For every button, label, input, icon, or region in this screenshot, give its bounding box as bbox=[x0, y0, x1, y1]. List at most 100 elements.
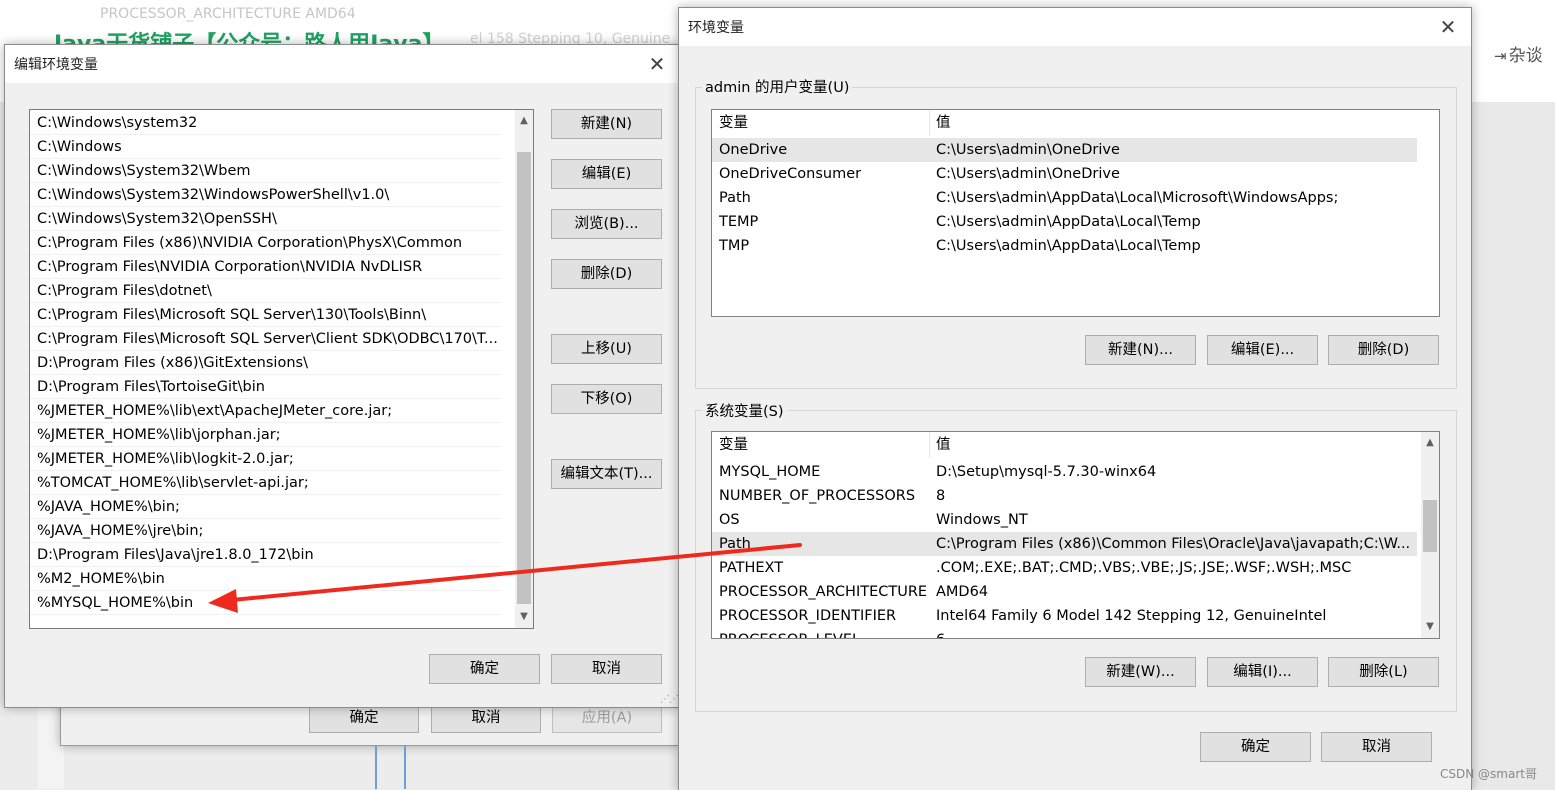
variable-row[interactable]: Path C:\Users\admin\AppData\Local\Microso… bbox=[712, 186, 1417, 210]
edit-env-dialog: 编辑环境变量 ✕ C:\Windows\system32 C:\Windows C:… bbox=[4, 44, 681, 708]
user-new-button[interactable]: 新建(N)... bbox=[1085, 335, 1196, 365]
path-list[interactable]: C:\Windows\system32 C:\Windows C:\Windows\… bbox=[29, 109, 534, 629]
variable-name: OneDriveConsumer bbox=[719, 166, 862, 182]
system-vars-scrollbar[interactable]: ▲ ▼ bbox=[1421, 432, 1439, 638]
system-vars-table[interactable]: 变量 值 MYSQL_HOME D:\Setup\mysql-5.7.30-win… bbox=[711, 431, 1440, 639]
variable-row[interactable]: PATHEXT .COM;.EXE;.BAT;.CMD;.VBS;.VBE;.JS… bbox=[712, 556, 1417, 580]
variable-name: PROCESSOR_ARCHITECTURE bbox=[719, 584, 928, 600]
path-list-item[interactable]: %JAVA_HOME%\jre\bin; bbox=[30, 519, 502, 543]
variable-value: C:\Users\admin\OneDrive bbox=[936, 142, 1120, 158]
column-separator[interactable] bbox=[929, 432, 930, 458]
delete-button[interactable]: 删除(D) bbox=[551, 259, 662, 289]
title-bar: 编辑环境变量 ✕ bbox=[5, 45, 680, 83]
edit-button[interactable]: 编辑(E) bbox=[551, 159, 662, 189]
variable-value: C:\Users\admin\AppData\Local\Temp bbox=[936, 238, 1201, 254]
cancel-button[interactable]: 取消 bbox=[1321, 732, 1432, 762]
background-right-panel bbox=[1470, 102, 1555, 789]
variable-value: Intel64 Family 6 Model 142 Stepping 12, … bbox=[936, 608, 1327, 624]
variable-name: PATHEXT bbox=[719, 560, 784, 576]
system-vars-header: 变量 值 bbox=[712, 432, 1417, 458]
ok-button[interactable]: 确定 bbox=[429, 654, 540, 684]
path-list-item[interactable]: %JAVA_HOME%\bin; bbox=[30, 495, 502, 519]
path-list-item[interactable]: C:\Windows\System32\WindowsPowerShell\v1… bbox=[30, 183, 502, 207]
path-list-item[interactable]: C:\Program Files\dotnet\ bbox=[30, 279, 502, 303]
variable-row[interactable]: PROCESSOR_LEVEL 6 bbox=[712, 628, 1417, 638]
variable-name: PROCESSOR_IDENTIFIER bbox=[719, 608, 897, 624]
env-vars-dialog: 环境变量 ✕ admin 的用户变量(U) 变量 值 OneDrive C:\Us… bbox=[678, 7, 1472, 790]
variable-row[interactable]: OneDriveConsumer C:\Users\admin\OneDrive bbox=[712, 162, 1417, 186]
path-list-item[interactable]: %JMETER_HOME%\lib\ext\ApacheJMeter_core.… bbox=[30, 399, 502, 423]
variable-row[interactable]: OS Windows_NT bbox=[712, 508, 1417, 532]
path-list-item[interactable]: D:\Program Files (x86)\GitExtensions\ bbox=[30, 351, 502, 375]
system-new-button[interactable]: 新建(W)... bbox=[1085, 657, 1196, 687]
system-edit-button[interactable]: 编辑(I)... bbox=[1207, 657, 1318, 687]
path-list-item[interactable]: C:\Windows\System32\Wbem bbox=[30, 159, 502, 183]
variable-row[interactable]: MYSQL_HOME D:\Setup\mysql-5.7.30-winx64 bbox=[712, 460, 1417, 484]
path-list-item[interactable]: C:\Program Files\Microsoft SQL Server\Cl… bbox=[30, 327, 502, 351]
variable-row[interactable]: Path C:\Program Files (x86)\Common Files\… bbox=[712, 532, 1417, 556]
system-delete-button[interactable]: 删除(L) bbox=[1328, 657, 1439, 687]
variable-row[interactable]: TMP C:\Users\admin\AppData\Local\Temp bbox=[712, 234, 1417, 258]
user-delete-button[interactable]: 删除(D) bbox=[1328, 335, 1439, 365]
path-list-item[interactable]: %MYSQL_HOME%\bin bbox=[30, 591, 502, 615]
column-header-value[interactable]: 值 bbox=[936, 432, 951, 458]
variable-value: D:\Setup\mysql-5.7.30-winx64 bbox=[936, 464, 1157, 480]
user-vars-header: 变量 值 bbox=[712, 110, 1417, 136]
close-icon[interactable]: ✕ bbox=[1435, 14, 1461, 40]
background-misc-link[interactable]: ⇥ 杂谈 bbox=[1494, 41, 1543, 66]
resize-grip-icon[interactable]: ⋰⋰ bbox=[660, 694, 679, 705]
variable-row[interactable]: PROCESSOR_ARCHITECTURE AMD64 bbox=[712, 580, 1417, 604]
column-separator[interactable] bbox=[929, 110, 930, 136]
column-header-variable[interactable]: 变量 bbox=[719, 432, 748, 458]
path-list-item[interactable]: %JMETER_HOME%\lib\jorphan.jar; bbox=[30, 423, 502, 447]
path-list-item[interactable]: C:\Windows\system32 bbox=[30, 111, 502, 135]
variable-value: C:\Users\admin\AppData\Local\Temp bbox=[936, 214, 1201, 230]
column-header-value[interactable]: 值 bbox=[936, 110, 951, 136]
variable-name: NUMBER_OF_PROCESSORS bbox=[719, 488, 916, 504]
move-down-button[interactable]: 下移(O) bbox=[551, 384, 662, 414]
variable-value: Windows_NT bbox=[936, 512, 1028, 528]
scroll-down-icon[interactable]: ▼ bbox=[515, 608, 533, 626]
path-list-item[interactable]: C:\Windows bbox=[30, 135, 502, 159]
variable-row[interactable]: TEMP C:\Users\admin\AppData\Local\Temp bbox=[712, 210, 1417, 234]
ok-button[interactable]: 确定 bbox=[1200, 732, 1311, 762]
path-list-item[interactable]: C:\Program Files\NVIDIA Corporation\NVID… bbox=[30, 255, 502, 279]
scroll-thumb[interactable] bbox=[517, 152, 531, 604]
column-header-variable[interactable]: 变量 bbox=[719, 110, 748, 136]
path-rows: C:\Windows\system32 C:\Windows C:\Windows\… bbox=[30, 110, 533, 615]
edit-text-button[interactable]: 编辑文本(T)... bbox=[551, 459, 662, 489]
path-list-item[interactable]: C:\Program Files (x86)\NVIDIA Corporatio… bbox=[30, 231, 502, 255]
variable-name: OneDrive bbox=[719, 142, 788, 158]
new-button[interactable]: 新建(N) bbox=[551, 109, 662, 139]
cancel-button[interactable]: 取消 bbox=[551, 654, 662, 684]
scroll-up-icon[interactable]: ▲ bbox=[1421, 434, 1439, 452]
close-icon[interactable]: ✕ bbox=[644, 51, 670, 77]
user-vars-label: admin 的用户变量(U) bbox=[702, 76, 853, 97]
scroll-up-icon[interactable]: ▲ bbox=[515, 112, 533, 130]
variable-name: PROCESSOR_LEVEL bbox=[719, 628, 860, 638]
path-list-item[interactable]: D:\Program Files\TortoiseGit\bin bbox=[30, 375, 502, 399]
variable-value: C:\Users\admin\OneDrive bbox=[936, 166, 1120, 182]
variable-name: TEMP bbox=[719, 214, 759, 230]
background-divider bbox=[375, 745, 377, 789]
path-list-item[interactable]: %TOMCAT_HOME%\lib\servlet-api.jar; bbox=[30, 471, 502, 495]
user-vars-table[interactable]: 变量 值 OneDrive C:\Users\admin\OneDrive OneD… bbox=[711, 109, 1440, 317]
browse-button[interactable]: 浏览(B)... bbox=[551, 209, 662, 239]
path-list-item[interactable]: C:\Windows\System32\OpenSSH\ bbox=[30, 207, 502, 231]
watermark: CSDN @smart哥 bbox=[1440, 767, 1537, 781]
user-edit-button[interactable]: 编辑(E)... bbox=[1207, 335, 1318, 365]
path-list-scrollbar[interactable]: ▲ ▼ bbox=[515, 110, 533, 628]
dialog-title: 环境变量 bbox=[688, 20, 744, 36]
path-list-item[interactable]: D:\Program Files\Java\jre1.8.0_172\bin bbox=[30, 543, 502, 567]
variable-row[interactable]: NUMBER_OF_PROCESSORS 8 bbox=[712, 484, 1417, 508]
variable-name: Path bbox=[719, 190, 751, 206]
path-list-item[interactable]: %M2_HOME%\bin bbox=[30, 567, 502, 591]
path-list-item[interactable]: C:\Program Files\Microsoft SQL Server\13… bbox=[30, 303, 502, 327]
move-up-button[interactable]: 上移(U) bbox=[551, 334, 662, 364]
variable-row[interactable]: OneDrive C:\Users\admin\OneDrive bbox=[712, 138, 1417, 162]
path-list-item[interactable]: %JMETER_HOME%\lib\logkit-2.0.jar; bbox=[30, 447, 502, 471]
scroll-down-icon[interactable]: ▼ bbox=[1421, 618, 1439, 636]
variable-row[interactable]: PROCESSOR_IDENTIFIER Intel64 Family 6 Mod… bbox=[712, 604, 1417, 628]
scroll-thumb[interactable] bbox=[1423, 500, 1437, 552]
variable-value: 6 bbox=[936, 628, 945, 638]
